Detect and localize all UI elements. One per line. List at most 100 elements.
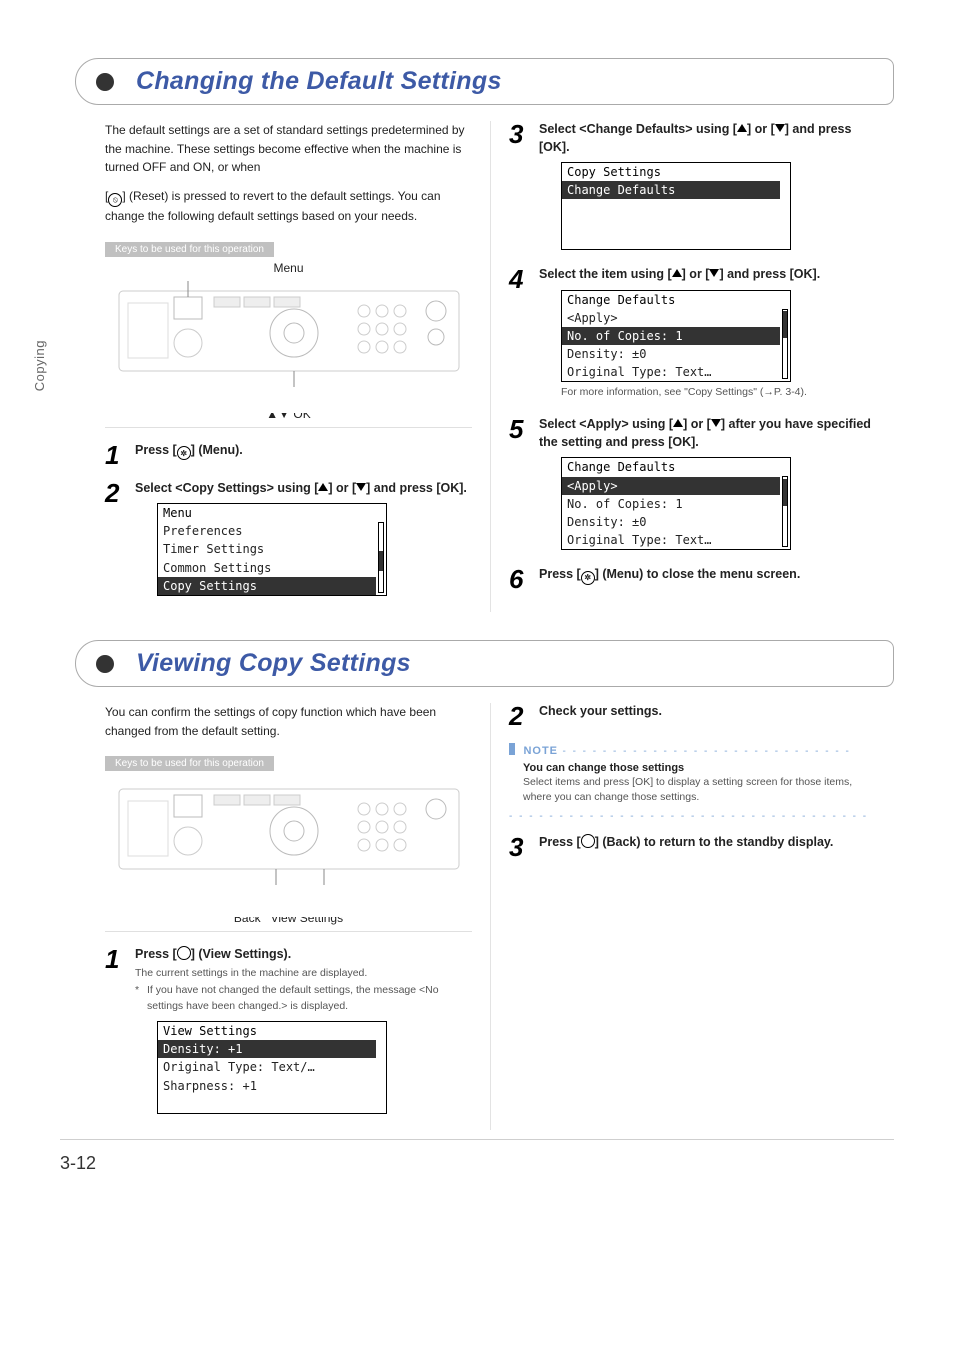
lcd-title: Copy Settings bbox=[562, 163, 780, 181]
control-panel-diagram-2 bbox=[105, 777, 472, 917]
section-header-viewing-copy-settings: Viewing Copy Settings bbox=[75, 640, 894, 687]
lcd-scrollbar bbox=[378, 522, 384, 593]
step-number-6: 6 bbox=[509, 566, 529, 592]
lcd-step4: Change Defaults <Apply> No. of Copies: 1… bbox=[561, 290, 791, 383]
vs1-a: Press [ bbox=[135, 947, 177, 961]
vs3-b: ] (Back) to return to the standby displa… bbox=[595, 835, 834, 849]
lcd-line: <Apply> bbox=[562, 309, 780, 327]
lcd-line: Common Settings bbox=[158, 559, 376, 577]
lcd-line: No. of Copies: 1 bbox=[562, 495, 780, 513]
section-title-viewing: Viewing Copy Settings bbox=[136, 649, 833, 678]
step6-b: ] (Menu) to close the menu screen. bbox=[595, 567, 801, 581]
menu-button-icon: ✲ bbox=[177, 446, 191, 460]
step4-crossref: For more information, see "Copy Settings… bbox=[561, 386, 876, 398]
section-bullet-icon bbox=[96, 73, 114, 91]
step5-a: Select <Apply> using [ bbox=[539, 417, 673, 431]
step4-b: ] or [ bbox=[682, 267, 710, 281]
section-header-changing-defaults: Changing the Default Settings bbox=[75, 58, 894, 105]
section-title-changing: Changing the Default Settings bbox=[136, 67, 833, 96]
lcd-step3: Copy Settings Change Defaults bbox=[561, 162, 791, 250]
menu-button-icon: ✲ bbox=[581, 571, 595, 585]
lcd-scrollbar bbox=[782, 476, 788, 547]
lcd-scrollbar bbox=[782, 309, 788, 380]
step3-b: ] or [ bbox=[747, 122, 775, 136]
lcd-line: Original Type: Text/… bbox=[158, 1058, 376, 1076]
step1-b: ] (Menu). bbox=[191, 443, 243, 457]
viewing-step1-sub2: If you have not changed the default sett… bbox=[135, 983, 472, 1015]
step2-a: Select <Copy Settings> using [ bbox=[135, 481, 318, 495]
note-bar-icon bbox=[509, 743, 515, 755]
step4-a: Select the item using [ bbox=[539, 267, 672, 281]
viewing-step1-sub1: The current settings in the machine are … bbox=[135, 966, 472, 982]
intro2-suffix: ] (Reset) is pressed to revert to the de… bbox=[105, 189, 441, 223]
intro-paragraph-1: The default settings are a set of standa… bbox=[105, 121, 472, 177]
step-number-5: 5 bbox=[509, 416, 529, 554]
step-number-1: 1 bbox=[105, 442, 125, 468]
step-number-3: 3 bbox=[509, 121, 529, 254]
step6-heading: Press [✲] (Menu) to close the menu scree… bbox=[539, 566, 876, 585]
back-button-icon bbox=[581, 834, 595, 848]
vs3-a: Press [ bbox=[539, 835, 581, 849]
lcd-step5: Change Defaults <Apply> No. of Copies: 1… bbox=[561, 457, 791, 550]
panel-top-label-menu: Menu bbox=[273, 261, 303, 275]
lcd-line-selected: <Apply> bbox=[562, 477, 780, 495]
lcd-line: Density: ±0 bbox=[562, 513, 780, 531]
lcd-line-selected: Change Defaults bbox=[562, 181, 780, 199]
note-body-text: Select items and press [OK] to display a… bbox=[523, 775, 876, 805]
page-number: 3-12 bbox=[60, 1153, 96, 1174]
panel-divider bbox=[105, 427, 472, 428]
intro-paragraph-2: [⦸] (Reset) is pressed to revert to the … bbox=[105, 187, 472, 226]
down-arrow-icon bbox=[709, 269, 719, 277]
footer-divider bbox=[60, 1139, 894, 1140]
step-number-4: 4 bbox=[509, 266, 529, 404]
viewing-step2-heading: Check your settings. bbox=[539, 703, 876, 721]
side-tab-copying: Copying bbox=[32, 340, 47, 391]
step4-c: ] and press [OK]. bbox=[719, 267, 820, 281]
lcd-step2: Menu Preferences Timer Settings Common S… bbox=[157, 503, 387, 596]
down-arrow-icon bbox=[711, 419, 721, 427]
step4-heading: Select the item using [ ] or [ ] and press… bbox=[539, 266, 876, 284]
lcd-line: Original Type: Text… bbox=[562, 531, 780, 549]
step6-a: Press [ bbox=[539, 567, 581, 581]
step2-c: ] and press [OK]. bbox=[366, 481, 467, 495]
note-body-title: You can change those settings bbox=[523, 762, 876, 774]
lcd-title: Change Defaults bbox=[562, 458, 780, 476]
lcd-title: View Settings bbox=[158, 1022, 376, 1040]
note-block: NOTE - - - - - - - - - - - - - - - - - -… bbox=[509, 741, 876, 805]
step2-heading: Select <Copy Settings> using [ ] or [ ] an… bbox=[135, 480, 472, 498]
panel-divider-2 bbox=[105, 931, 472, 932]
keys-strip-label: Keys to be used for this operation bbox=[105, 242, 274, 257]
up-arrow-icon bbox=[673, 419, 683, 427]
up-arrow-icon bbox=[672, 269, 682, 277]
up-arrow-icon bbox=[318, 483, 328, 491]
lcd-line-selected: Copy Settings bbox=[158, 577, 376, 595]
step1-a: Press [ bbox=[135, 443, 177, 457]
keys-strip-label-2: Keys to be used for this operation bbox=[105, 756, 274, 771]
lcd-line bbox=[158, 1095, 376, 1113]
down-arrow-icon bbox=[775, 124, 785, 132]
step2-b: ] or [ bbox=[328, 481, 356, 495]
step5-b: ] or [ bbox=[683, 417, 711, 431]
note-label-text: NOTE bbox=[523, 745, 558, 757]
viewing-step-number-2: 2 bbox=[509, 703, 529, 729]
viewing-step3-heading: Press [ ] (Back) to return to the standby… bbox=[539, 834, 876, 852]
reset-icon: ⦸ bbox=[108, 193, 122, 207]
lcd-line-selected: Density: +1 bbox=[158, 1040, 376, 1058]
note-end-dashes: - - - - - - - - - - - - - - - - - - - - … bbox=[509, 811, 876, 822]
lcd-line: Timer Settings bbox=[158, 540, 376, 558]
step3-a: Select <Change Defaults> using [ bbox=[539, 122, 737, 136]
note-dashes: - - - - - - - - - - - - - - - - - - - - … bbox=[562, 746, 850, 757]
lcd-line: Density: ±0 bbox=[562, 345, 780, 363]
step5-heading: Select <Apply> using [] or [] after you … bbox=[539, 416, 876, 451]
step-number-2: 2 bbox=[105, 480, 125, 600]
section-bullet-icon bbox=[96, 655, 114, 673]
down-arrow-icon bbox=[356, 483, 366, 491]
lcd-line: Sharpness: +1 bbox=[158, 1077, 376, 1095]
lcd-line-selected: No. of Copies: 1 bbox=[562, 327, 780, 345]
step3-heading: Select <Change Defaults> using [] or [] … bbox=[539, 121, 876, 156]
step1-heading: Press [✲] (Menu). bbox=[135, 442, 472, 461]
viewing-intro: You can confirm the settings of copy fun… bbox=[105, 703, 472, 740]
viewing-step1-heading: Press [] (View Settings). bbox=[135, 946, 472, 964]
viewing-step-number-1: 1 bbox=[105, 946, 125, 1118]
control-panel-diagram-1: Menu bbox=[105, 263, 472, 413]
